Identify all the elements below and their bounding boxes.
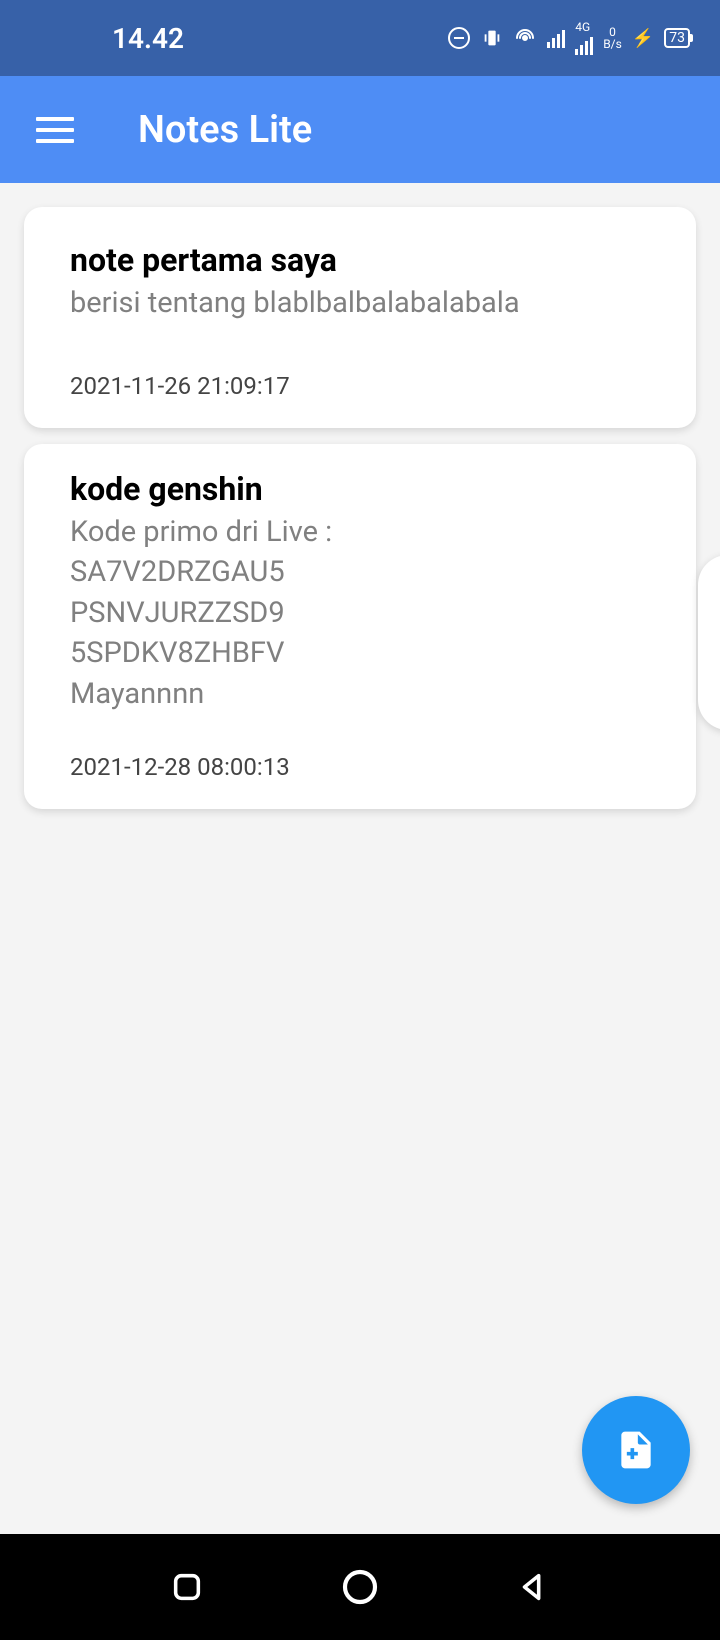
network-speed: 0 B/s (603, 26, 622, 50)
signal-icon (547, 28, 565, 48)
note-body: Kode primo dri Live : SA7V2DRZGAU5 PSNVJ… (70, 512, 650, 715)
menu-icon[interactable] (36, 117, 74, 143)
app-bar: Notes Lite (0, 76, 720, 183)
note-body: berisi tentang blablbalbalabalabala (70, 283, 650, 324)
status-time: 14.42 (112, 22, 184, 55)
new-note-fab[interactable] (582, 1396, 690, 1504)
dnd-icon (447, 26, 471, 50)
status-icons: 4G 0 B/s ⚡ 73 (447, 21, 690, 55)
note-date: 2021-12-28 08:00:13 (70, 753, 650, 781)
charging-icon: ⚡ (632, 28, 654, 49)
home-button[interactable] (340, 1567, 380, 1607)
app-title: Notes Lite (138, 108, 312, 152)
new-note-icon (614, 1428, 658, 1472)
note-title: note pertama saya (70, 241, 650, 279)
network-indicator: 4G (575, 21, 593, 55)
vibrate-icon (481, 27, 503, 49)
navigation-bar (0, 1534, 720, 1640)
battery-icon: 73 (664, 28, 690, 48)
back-button[interactable] (513, 1567, 553, 1607)
signal-icon-2 (575, 35, 593, 55)
note-card[interactable]: kode genshin Kode primo dri Live : SA7V2… (24, 444, 696, 809)
edge-panel-handle[interactable] (698, 555, 720, 730)
note-date: 2021-11-26 21:09:17 (70, 372, 650, 400)
content-area: note pertama saya berisi tentang blablba… (0, 183, 720, 1534)
hotspot-icon (513, 26, 537, 50)
status-bar: 14.42 4G 0 B/s ⚡ 73 (0, 0, 720, 76)
recents-button[interactable] (167, 1567, 207, 1607)
note-title: kode genshin (70, 470, 650, 508)
note-card[interactable]: note pertama saya berisi tentang blablba… (24, 207, 696, 428)
